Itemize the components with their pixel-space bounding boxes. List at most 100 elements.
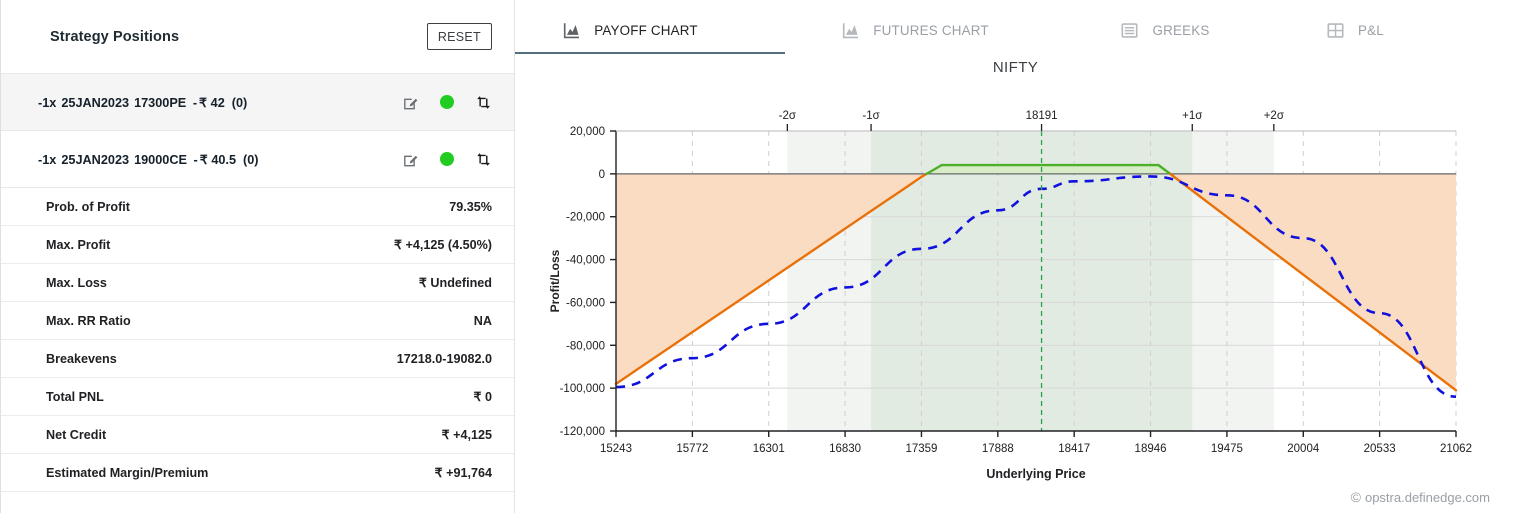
position-quantity: -1x — [38, 152, 57, 167]
profit-region-fill — [926, 165, 1171, 174]
position-row[interactable]: -1x 25JAN2023 19000CE - ₹ 40.5 (0) — [0, 131, 514, 188]
tab-label: PAYOFF CHART — [594, 22, 698, 38]
position-actions — [402, 151, 492, 168]
position-lots: (0) — [231, 95, 248, 110]
sidebar-left-edge — [0, 0, 1, 513]
metric-value: ₹ Undefined — [418, 276, 492, 290]
status-indicator-dot[interactable] — [440, 152, 454, 166]
position-description: -1x 25JAN2023 17300PE - ₹ 42 (0) — [38, 95, 247, 110]
y-tick-label: -80,000 — [566, 340, 605, 352]
x-tick-label: 20533 — [1364, 443, 1396, 455]
metrics-list: Prob. of Profit 79.35% Max. Profit ₹ +4,… — [0, 188, 514, 492]
edit-icon[interactable] — [402, 151, 419, 168]
strategy-sidebar: Strategy Positions RESET -1x 25JAN2023 173… — [0, 0, 515, 513]
sigma-marker-label: -2σ — [779, 110, 796, 122]
y-tick-label: 20,000 — [570, 126, 605, 138]
metric-row-max-rr-ratio: Max. RR Ratio NA — [0, 302, 514, 340]
y-tick-label: -100,000 — [560, 383, 605, 395]
position-strike: 17300PE — [134, 95, 187, 110]
x-tick-label: 18417 — [1058, 443, 1090, 455]
tab-label: FUTURES CHART — [873, 22, 989, 38]
metric-row-net-credit: Net Credit ₹ +4,125 — [0, 416, 514, 454]
metric-label: Breakevens — [46, 351, 117, 366]
y-tick-label: -120,000 — [560, 426, 605, 438]
metric-label: Estimated Margin/Premium — [46, 465, 209, 480]
metric-label: Prob. of Profit — [46, 199, 130, 214]
x-tick-label: 16301 — [753, 443, 785, 455]
sidebar-header: Strategy Positions RESET — [0, 0, 514, 74]
position-expiry: 25JAN2023 — [61, 152, 130, 167]
metric-row-breakevens: Breakevens 17218.0-19082.0 — [0, 340, 514, 378]
tab-greeks[interactable]: GREEKS — [1065, 0, 1295, 54]
position-price: ₹ 40.5 — [199, 152, 237, 167]
page-title: Strategy Positions — [50, 28, 180, 45]
sigma-marker-label: -1σ — [862, 110, 879, 122]
metric-row-prob-of-profit: Prob. of Profit 79.35% — [0, 188, 514, 226]
y-tick-label: -40,000 — [566, 255, 605, 267]
metric-value: ₹ +91,764 — [434, 466, 492, 480]
tab-label: GREEKS — [1152, 22, 1210, 38]
reset-button[interactable]: RESET — [426, 23, 492, 50]
area-chart-icon — [562, 21, 581, 40]
y-tick-label: -60,000 — [566, 297, 605, 309]
position-actions — [402, 94, 492, 111]
position-dash: - — [192, 95, 198, 110]
sigma-marker-label: +1σ — [1182, 110, 1202, 122]
tab-label: P&L — [1358, 22, 1384, 38]
edit-icon[interactable] — [402, 94, 419, 111]
metric-label: Total PNL — [46, 389, 104, 404]
payoff-analyzer-screen: Strategy Positions RESET -1x 25JAN2023 173… — [0, 0, 1516, 513]
tab-payoff-chart[interactable]: PAYOFF CHART — [515, 0, 785, 54]
position-quantity: -1x — [38, 95, 57, 110]
y-axis-title: Profit/Loss — [548, 249, 562, 312]
metric-row-max-profit: Max. Profit ₹ +4,125 (4.50%) — [0, 226, 514, 264]
swap-arrows-icon[interactable] — [475, 151, 492, 168]
x-axis-title: Underlying Price — [986, 467, 1085, 481]
metric-value: ₹ 0 — [473, 390, 492, 404]
x-tick-label: 15243 — [600, 443, 632, 455]
metric-value: NA — [473, 313, 492, 328]
chart-panel: PAYOFF CHART FUTURES CHART GREEKS P&L NI… — [515, 0, 1516, 513]
position-description: -1x 25JAN2023 19000CE - ₹ 40.5 (0) — [38, 152, 259, 167]
tab-pnl[interactable]: P&L — [1295, 0, 1475, 54]
x-tick-label: 15772 — [676, 443, 708, 455]
metric-label: Max. RR Ratio — [46, 313, 131, 328]
position-strike: 19000CE — [134, 152, 187, 167]
x-tick-label: 17359 — [905, 443, 937, 455]
x-tick-label: 19475 — [1211, 443, 1243, 455]
metric-label: Max. Loss — [46, 275, 107, 290]
position-dash: - — [193, 152, 198, 167]
table-rows-icon — [1120, 21, 1139, 40]
position-row[interactable]: -1x 25JAN2023 17300PE - ₹ 42 (0) — [0, 74, 514, 131]
x-tick-label: 18946 — [1135, 443, 1167, 455]
x-tick-label: 21062 — [1440, 443, 1472, 455]
y-tick-label: -20,000 — [566, 212, 605, 224]
position-lots: (0) — [243, 152, 259, 167]
sigma-marker-label: 18191 — [1026, 110, 1058, 122]
metric-value: 17218.0-19082.0 — [396, 351, 492, 366]
x-tick-label: 17888 — [982, 443, 1014, 455]
metric-row-total-pnl: Total PNL ₹ 0 — [0, 378, 514, 416]
metric-value: ₹ +4,125 — [441, 428, 492, 442]
position-expiry: 25JAN2023 — [61, 95, 130, 110]
tab-futures-chart[interactable]: FUTURES CHART — [785, 0, 1065, 54]
payoff-chart-svg: 20,000 0 -20,000 -40,000 -60,000 -80,000 -100,… — [548, 110, 1472, 481]
metric-row-estimated-margin: Estimated Margin/Premium ₹ +91,764 — [0, 454, 514, 492]
watermark-text: opstra.definedge.com — [1364, 489, 1490, 505]
metric-value: ₹ +4,125 (4.50%) — [394, 238, 492, 252]
swap-arrows-icon[interactable] — [475, 94, 492, 111]
chart-tabs: PAYOFF CHART FUTURES CHART GREEKS P&L — [515, 0, 1516, 55]
watermark: © opstra.definedge.com — [1351, 489, 1490, 505]
payoff-chart: 20,000 0 -20,000 -40,000 -60,000 -80,000 -100,… — [515, 76, 1516, 513]
grid-icon — [1326, 21, 1345, 40]
status-indicator-dot[interactable] — [440, 95, 454, 109]
x-tick-label: 20004 — [1287, 443, 1320, 455]
sigma-marker-label: +2σ — [1264, 110, 1284, 122]
copyright-icon: © — [1350, 489, 1361, 505]
x-tick-label: 16830 — [829, 443, 861, 455]
chart-title: NIFTY — [992, 59, 1039, 76]
position-price: ₹ 42 — [199, 95, 225, 110]
area-chart-icon — [841, 21, 860, 40]
metric-row-max-loss: Max. Loss ₹ Undefined — [0, 264, 514, 302]
y-tick-label: 0 — [599, 169, 605, 181]
